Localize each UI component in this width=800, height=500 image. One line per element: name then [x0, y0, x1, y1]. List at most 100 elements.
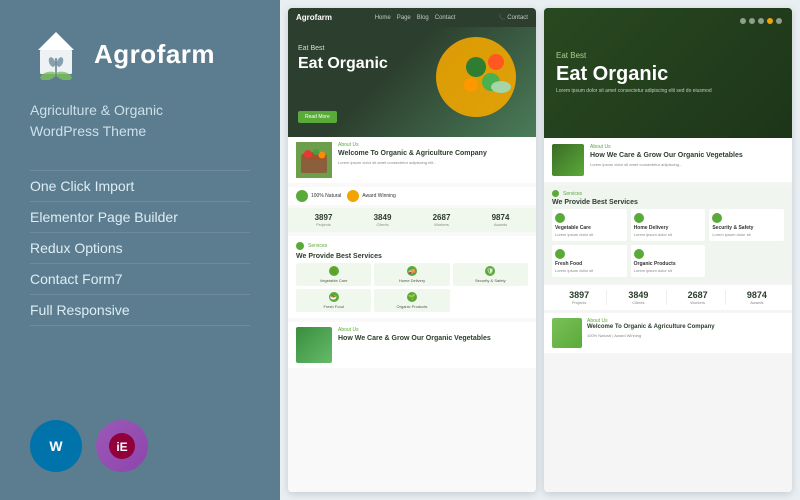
stat-label-4: Awards [473, 222, 528, 227]
welcome-text: About Us Welcome To Organic & Agricultur… [338, 142, 528, 178]
p2-stat-3: 2687 Workers [671, 290, 726, 305]
feature-redux[interactable]: Redux Options [30, 233, 250, 264]
p2-dot-indicators [740, 18, 782, 24]
stat-num-2: 3849 [355, 213, 410, 222]
hero-text-block: Eat Best Eat Organic [298, 45, 388, 73]
feature-responsive[interactable]: Full Responsive [30, 295, 250, 326]
p2-svc-desc-org: Lorem ipsum dolor sit [634, 268, 703, 273]
p2-service-fresh: Fresh Food Lorem ipsum dolor sit [552, 245, 627, 277]
p2-svc-icon-veg [555, 213, 565, 223]
nav-contact: Contact [435, 15, 456, 21]
p2-stat-num-3: 2687 [671, 290, 725, 300]
service-label-delivery: Home Delivery [377, 278, 446, 283]
preview-brand: Agrofarm [296, 13, 332, 22]
p2-bio-section-top: About Us How We Care & Grow Our Organic … [544, 138, 792, 182]
bio-tag-bottom: About Us [338, 327, 528, 333]
p2-svc-desc-del: Lorem ipsum dolor sit [634, 232, 703, 237]
dot-3 [758, 18, 764, 24]
hero-read-more-btn[interactable]: Read More [298, 111, 337, 123]
nav-home: Home [375, 15, 391, 21]
p2-svc-icon-org [634, 249, 644, 259]
tagline-line2: WordPress Theme [30, 123, 146, 139]
welcome-desc: Lorem ipsum dolor sit amet consectetur a… [338, 160, 528, 166]
p2-svc-desc-fresh: Lorem ipsum dolor sit [555, 268, 624, 273]
p2-hero-big: Eat Organic [556, 64, 780, 84]
welcome-tag: About Us [338, 142, 528, 148]
p2-svc-desc-veg: Lorem ipsum dolor sit [555, 232, 624, 237]
bio-title-bottom: How We Care & Grow Our Organic Vegetable… [338, 335, 528, 343]
services-dot [296, 242, 304, 250]
p2-stat-num-1: 3897 [552, 290, 606, 300]
bio-section-bottom: About Us How We Care & Grow Our Organic … [288, 322, 536, 368]
preview-card-2: Eat Best Eat Organic Lorem ipsum dolor s… [544, 8, 792, 492]
bio-image-bottom [296, 327, 332, 363]
dot-1 [740, 18, 746, 24]
service-label-veg: Vegetable Care [299, 278, 368, 283]
p2-svc-name-del: Home Delivery [634, 225, 703, 231]
vegetables-svg [446, 37, 526, 117]
p2-svc-name-org: Organic Products [634, 261, 703, 267]
services-header: Services [296, 242, 528, 250]
p2-stat-1: 3897 Projects [552, 290, 607, 305]
nav-page: Page [397, 15, 411, 21]
welcome-title: Welcome To Organic & Agriculture Company [338, 150, 528, 158]
p2-services-section: Services We Provide Best Services Vegeta… [544, 185, 792, 282]
natural-icon [296, 190, 308, 202]
p2-service-organic: Organic Products Lorem ipsum dolor sit [631, 245, 706, 277]
p2-welcome-text: About Us Welcome To Organic & Agricultur… [587, 318, 784, 348]
feature-elementor[interactable]: Elementor Page Builder [30, 202, 250, 233]
award-badge: Award Winning [347, 190, 396, 202]
award-label: Award Winning [362, 193, 396, 199]
tagline: Agriculture & Organic WordPress Theme [30, 100, 250, 142]
service-icon-delivery: 🚚 [407, 266, 417, 276]
stat-num-3: 2687 [414, 213, 469, 222]
service-security: 🛡 Security & Safety [453, 263, 528, 286]
p2-stat-label-2: Clients [611, 300, 665, 305]
stat-1: 3897 Projects [296, 213, 351, 227]
stat-label-2: Clients [355, 222, 410, 227]
service-fresh: 🥗 Fresh Food [296, 289, 371, 312]
p2-hero-small: Eat Best [556, 51, 780, 60]
p2-services-grid: Vegetable Care Lorem ipsum dolor sit Hom… [552, 209, 784, 277]
feature-one-click-import[interactable]: One Click Import [30, 170, 250, 202]
preview-nav: Home Page Blog Contact [375, 15, 456, 21]
logo-area: Agrofarm [30, 28, 250, 80]
service-icon-security: 🛡 [485, 266, 495, 276]
p2-bio-img [552, 144, 584, 176]
p2-bio-tag: About Us [590, 144, 743, 150]
preview-contact: 📞 Contact [498, 14, 528, 21]
badge-area: W iE [30, 410, 250, 472]
services-title: We Provide Best Services [296, 253, 528, 260]
p2-bio-desc: Lorem ipsum dolor sit amet consectetur a… [590, 162, 743, 167]
p2-stat-num-2: 3849 [611, 290, 665, 300]
feature-list: One Click Import Elementor Page Builder … [30, 170, 250, 326]
p2-bio-title: How We Care & Grow Our Organic Vegetable… [590, 152, 743, 160]
welcome-about-section: About Us Welcome To Organic & Agricultur… [288, 137, 536, 183]
service-veg-care: 🌿 Vegetable Care [296, 263, 371, 286]
service-icon-organic: 🌱 [407, 292, 417, 302]
service-label-organic: Organic Products [377, 304, 446, 309]
dot-5 [776, 18, 782, 24]
tagline-line1: Agriculture & Organic [30, 102, 163, 118]
p2-services-icon [552, 190, 559, 197]
p2-stat-num-4: 9874 [730, 290, 784, 300]
p2-service-veg: Vegetable Care Lorem ipsum dolor sit [552, 209, 627, 241]
stats-section: 3897 Projects 3849 Clients 2687 Workers … [288, 208, 536, 232]
p2-svc-icon-sec [712, 213, 722, 223]
feature-contact-form[interactable]: Contact Form7 [30, 264, 250, 295]
p2-svc-icon-del [634, 213, 644, 223]
svg-text:W: W [49, 438, 63, 454]
wordpress-badge[interactable]: W [30, 420, 82, 472]
preview-hero: Eat Best Eat Organic Read More [288, 27, 536, 137]
p2-service-security: Security & Safety Lorem ipsum dolor sit [709, 209, 784, 241]
hero-big-text: Eat Organic [298, 55, 388, 73]
service-delivery: 🚚 Home Delivery [374, 263, 449, 286]
preview-card-1: Agrofarm Home Page Blog Contact 📞 Contac… [288, 8, 536, 492]
p2-services-header: Services [552, 190, 784, 197]
p2-welcome-title: Welcome To Organic & Agriculture Company [587, 324, 784, 331]
basket-image [296, 142, 332, 178]
natural-label: 100% Natural [311, 193, 341, 199]
stat-label-1: Projects [296, 222, 351, 227]
p2-services-title: We Provide Best Services [552, 199, 784, 206]
elementor-badge[interactable]: iE [96, 420, 148, 472]
